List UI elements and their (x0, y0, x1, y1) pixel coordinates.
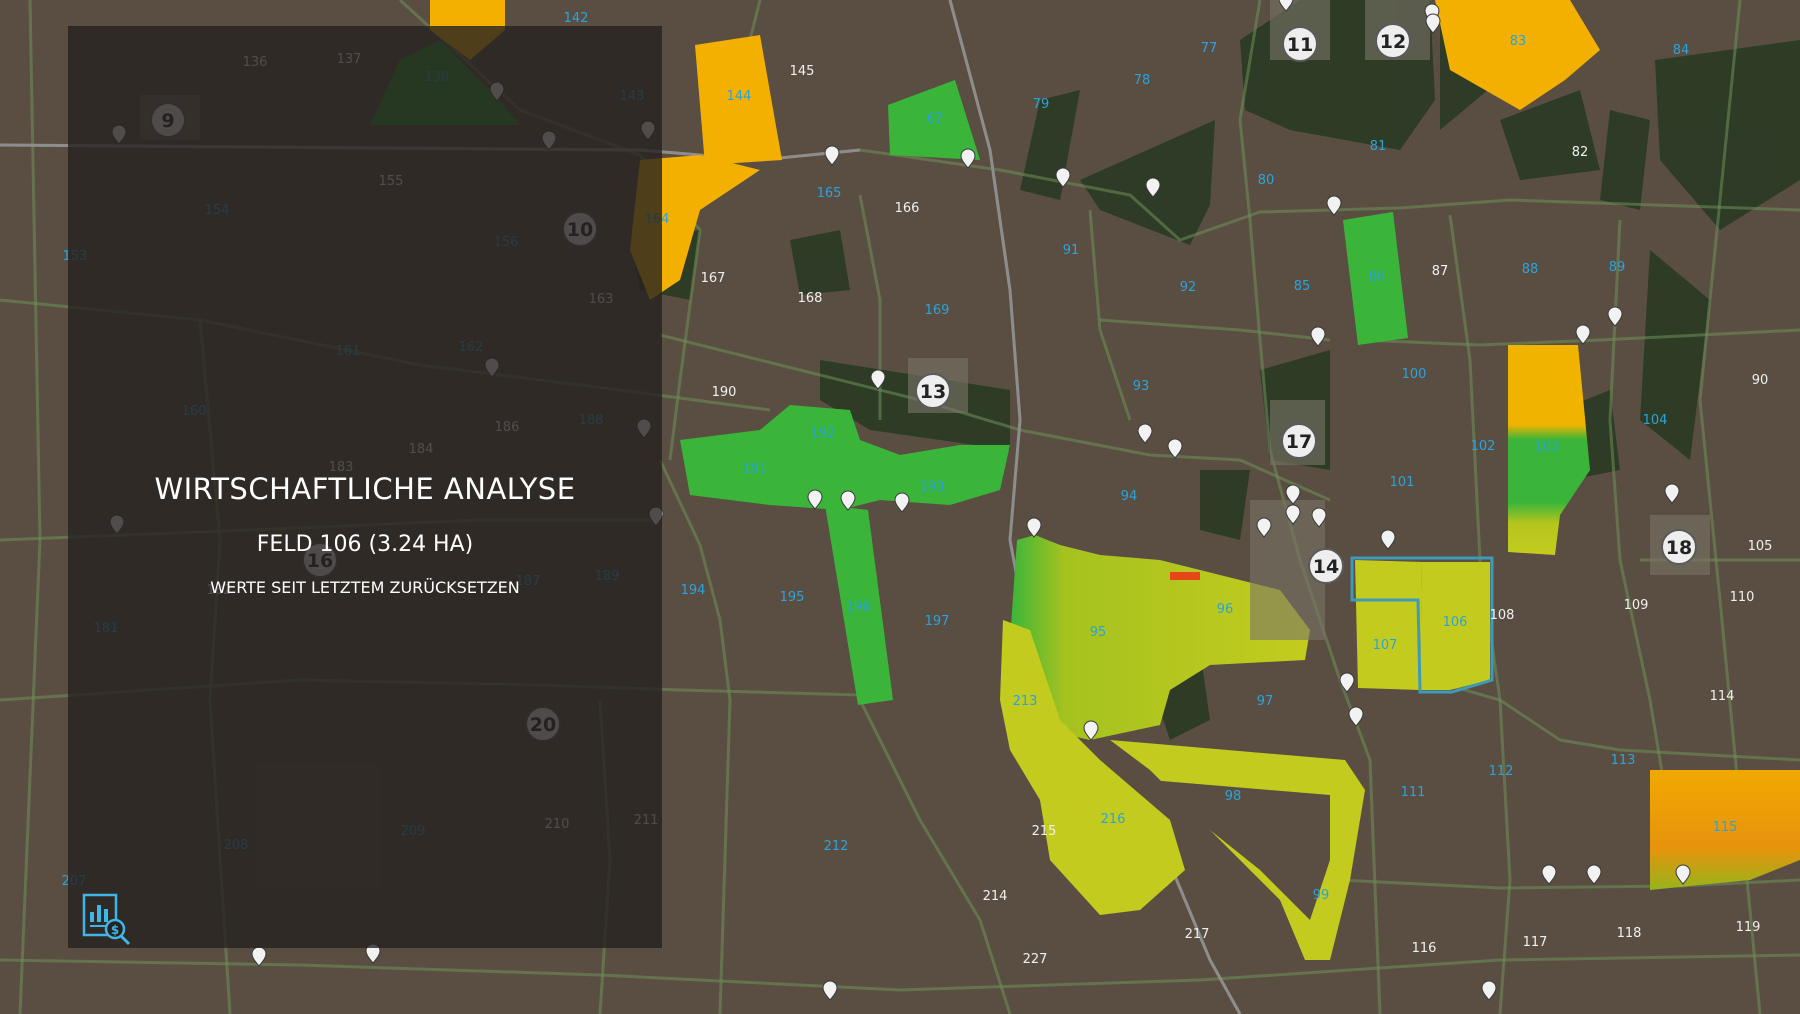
field-label-91[interactable]: 91 (1063, 243, 1080, 258)
economic-analysis-panel: WIRTSCHAFTLICHE ANALYSE FELD 106 (3.24 H… (68, 26, 662, 948)
farm-marker-number: 17 (1286, 431, 1312, 453)
field-label-115[interactable]: 115 (1713, 820, 1738, 835)
field-label-167[interactable]: 167 (701, 271, 726, 286)
farm-marker-17[interactable]: 17 (1281, 423, 1317, 459)
field-label-217[interactable]: 217 (1185, 927, 1210, 942)
field-label-142[interactable]: 142 (564, 11, 589, 26)
field-label-193[interactable]: 193 (920, 480, 945, 495)
field-label-94[interactable]: 94 (1121, 489, 1138, 504)
field-label-87[interactable]: 87 (1432, 264, 1449, 279)
economic-analysis-icon-graphic: $ (82, 893, 131, 946)
field-label-80[interactable]: 80 (1258, 173, 1275, 188)
farm-marker-number: 18 (1666, 537, 1692, 559)
farm-marker-14[interactable]: 14 (1308, 548, 1344, 584)
panel-title: WIRTSCHAFTLICHE ANALYSE (154, 472, 576, 506)
field-label-92[interactable]: 92 (1180, 280, 1197, 295)
field-label-99[interactable]: 99 (1313, 888, 1330, 903)
field-label-168[interactable]: 168 (798, 291, 823, 306)
field-label-100[interactable]: 100 (1402, 367, 1427, 382)
farm-marker-13[interactable]: 13 (915, 373, 951, 409)
field-label-97[interactable]: 97 (1257, 694, 1274, 709)
field-label-194[interactable]: 194 (681, 583, 706, 598)
farm-marker-number: 11 (1287, 34, 1313, 56)
field-label-109[interactable]: 109 (1624, 598, 1649, 613)
field-label-82[interactable]: 82 (1572, 145, 1589, 160)
field-label-79[interactable]: 79 (1033, 97, 1050, 112)
field-stripe-96 (1170, 572, 1200, 580)
field-label-216[interactable]: 216 (1101, 812, 1126, 827)
field-label-116[interactable]: 116 (1412, 941, 1437, 956)
field-label-85[interactable]: 85 (1294, 279, 1311, 294)
panel-subtitle: WERTE SEIT LETZTEM ZURÜCKSETZEN (210, 578, 520, 597)
field-label-227[interactable]: 227 (1023, 952, 1048, 967)
field-label-214[interactable]: 214 (983, 889, 1008, 904)
selected-field-info: FELD 106 (3.24 HA) (256, 532, 474, 557)
field-label-96[interactable]: 96 (1217, 602, 1234, 617)
svg-text:$: $ (111, 923, 119, 937)
field-label-145[interactable]: 145 (790, 64, 815, 79)
field-label-110[interactable]: 110 (1730, 590, 1755, 605)
field-label-144[interactable]: 144 (727, 89, 752, 104)
field-label-166[interactable]: 166 (895, 201, 920, 216)
field-label-215[interactable]: 215 (1032, 824, 1057, 839)
field-label-195[interactable]: 195 (780, 590, 805, 605)
farm-marker-11[interactable]: 11 (1282, 26, 1318, 62)
farm-marker-12[interactable]: 12 (1375, 23, 1411, 59)
field-label-114[interactable]: 114 (1710, 689, 1735, 704)
field-label-90[interactable]: 90 (1752, 373, 1769, 388)
field-label-104[interactable]: 104 (1643, 413, 1668, 428)
field-label-165[interactable]: 165 (817, 186, 842, 201)
field-label-106[interactable]: 106 (1443, 615, 1468, 630)
field-label-93[interactable]: 93 (1133, 379, 1150, 394)
field-label-196[interactable]: 196 (846, 600, 871, 615)
field-label-105[interactable]: 105 (1748, 539, 1773, 554)
farm-marker-number: 13 (920, 381, 946, 403)
field-label-197[interactable]: 197 (925, 614, 950, 629)
field-label-86[interactable]: 86 (1369, 270, 1386, 285)
field-label-111[interactable]: 111 (1401, 785, 1426, 800)
field-label-103[interactable]: 103 (1535, 440, 1560, 455)
field-label-108[interactable]: 108 (1490, 608, 1515, 623)
field-label-95[interactable]: 95 (1090, 625, 1107, 640)
field-label-113[interactable]: 113 (1611, 753, 1636, 768)
field-label-190[interactable]: 190 (712, 385, 737, 400)
field-label-89[interactable]: 89 (1609, 260, 1626, 275)
field-label-169[interactable]: 169 (925, 303, 950, 318)
field-fill-107 (1355, 560, 1422, 690)
field-label-102[interactable]: 102 (1471, 439, 1496, 454)
field-label-84[interactable]: 84 (1673, 43, 1690, 58)
field-label-78[interactable]: 78 (1134, 73, 1151, 88)
field-label-81[interactable]: 81 (1370, 139, 1387, 154)
field-label-117[interactable]: 117 (1523, 935, 1548, 950)
field-label-112[interactable]: 112 (1489, 764, 1514, 779)
farm-marker-number: 14 (1313, 556, 1339, 578)
field-label-101[interactable]: 101 (1390, 475, 1415, 490)
field-label-118[interactable]: 118 (1617, 926, 1642, 941)
field-label-77[interactable]: 77 (1201, 41, 1218, 56)
field-label-119[interactable]: 119 (1736, 920, 1761, 935)
field-label-212[interactable]: 212 (824, 839, 849, 854)
field-label-98[interactable]: 98 (1225, 789, 1242, 804)
field-label-88[interactable]: 88 (1522, 262, 1539, 277)
field-label-192[interactable]: 192 (811, 426, 836, 441)
field-label-213[interactable]: 213 (1013, 694, 1038, 709)
field-label-107[interactable]: 107 (1373, 638, 1398, 653)
farm-marker-number: 12 (1380, 31, 1406, 53)
field-label-83[interactable]: 83 (1510, 34, 1527, 49)
farm-marker-18[interactable]: 18 (1661, 529, 1697, 565)
field-label-67[interactable]: 67 (927, 112, 944, 127)
field-label-191[interactable]: 191 (743, 462, 768, 477)
economic-analysis-icon[interactable]: $ (80, 892, 136, 948)
